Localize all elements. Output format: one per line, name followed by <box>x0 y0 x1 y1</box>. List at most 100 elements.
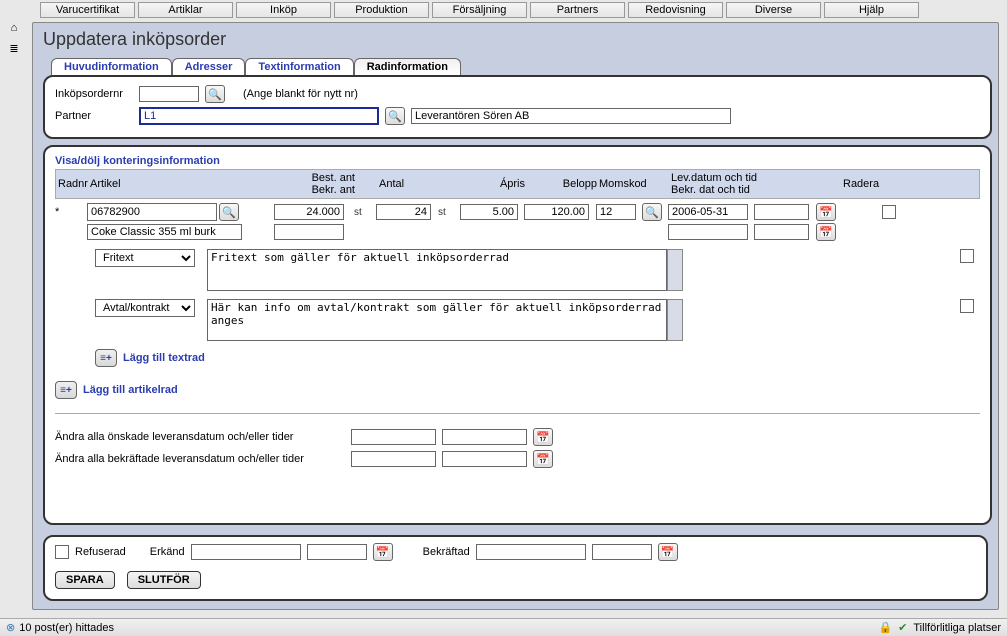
main-panel: Uppdatera inköpsorder Huvudinformation A… <box>32 22 999 610</box>
menu-artiklar[interactable]: Artiklar <box>138 2 233 18</box>
bulk-onskade-time[interactable] <box>442 429 527 445</box>
article-lookup-icon[interactable]: 🔍 <box>219 203 239 221</box>
col-apris: Ápris <box>463 178 525 190</box>
lines-panel: Visa/dölj konteringsinformation Radnr Ar… <box>43 145 992 525</box>
partner-lookup-icon[interactable]: 🔍 <box>385 107 405 125</box>
bulk-bekraftade-row: Ändra alla bekräftade leveransdatum och/… <box>55 450 980 468</box>
header-panel: Inköpsordernr 🔍 (Ange blankt för nytt nr… <box>43 75 992 139</box>
avtal-row: Avtal/kontrakt Här kan info om avtal/kon… <box>55 299 980 341</box>
menu-diverse[interactable]: Diverse <box>726 2 821 18</box>
add-artikelrad-link[interactable]: ≡+ Lägg till artikelrad <box>55 381 980 399</box>
fritext-select[interactable]: Fritext <box>95 249 195 267</box>
avtal-textarea[interactable]: Här kan info om avtal/kontrakt som gälle… <box>207 299 667 341</box>
refuserad-label: Refuserad <box>75 546 126 558</box>
menu-hjalp[interactable]: Hjälp <box>824 2 919 18</box>
avtal-check[interactable] <box>960 299 974 313</box>
bekr-time-input[interactable] <box>754 224 809 240</box>
col-best: Best. ant Bekr. ant <box>277 172 355 196</box>
bekraftad-date[interactable] <box>476 544 586 560</box>
partner-label: Partner <box>55 110 133 122</box>
calendar-icon[interactable]: 📅 <box>373 543 393 561</box>
erkand-time[interactable] <box>307 544 367 560</box>
ordernr-input[interactable] <box>139 86 199 102</box>
tab-huvudinformation[interactable]: Huvudinformation <box>51 58 172 75</box>
grid-header: Radnr Artikel Best. ant Bekr. ant Antal … <box>55 169 980 199</box>
section-title[interactable]: Visa/dölj konteringsinformation <box>55 155 980 167</box>
col-lev: Lev.datum och tid Bekr. dat och tid <box>671 172 841 196</box>
finish-button[interactable]: SLUTFÖR <box>127 571 201 589</box>
apris-input[interactable] <box>460 204 518 220</box>
fritext-check[interactable] <box>960 249 974 263</box>
col-artikel: Artikel <box>90 178 275 190</box>
scrollbar[interactable] <box>667 299 683 341</box>
fritext-textarea[interactable]: Fritext som gäller för aktuell inköpsord… <box>207 249 667 291</box>
line-row: * 🔍 st st 🔍 📅 <box>55 203 980 221</box>
footer-panel: Refuserad Erkänd 📅 Bekräftad 📅 SPARA SLU… <box>43 535 988 601</box>
statusbar: ⊗ 10 post(er) hittades 🔒 ✔ Tillförlitlig… <box>0 618 1007 636</box>
bulk-bekraftade-date[interactable] <box>351 451 436 467</box>
bekr-date-input[interactable] <box>668 224 748 240</box>
scrollbar[interactable] <box>667 249 683 291</box>
best-ant-input[interactable] <box>274 204 344 220</box>
unit-2: st <box>438 207 458 218</box>
menu-forsaljning[interactable]: Försäljning <box>432 2 527 18</box>
avtal-select[interactable]: Avtal/kontrakt <box>95 299 195 317</box>
refuserad-check[interactable] <box>55 545 69 559</box>
menu-varucertifikat[interactable]: Varucertifikat <box>40 2 135 18</box>
partner-code-input[interactable] <box>139 107 379 125</box>
bulk-onskade-date[interactable] <box>351 429 436 445</box>
momskod-input[interactable] <box>596 204 636 220</box>
list-icon[interactable]: ≣ <box>4 42 24 58</box>
add-row-icon: ≡+ <box>95 349 117 367</box>
tab-radinformation[interactable]: Radinformation <box>354 58 461 75</box>
zone-text: Tillförlitliga platser <box>913 622 1001 634</box>
calendar-icon[interactable]: 📅 <box>533 428 553 446</box>
col-antal: Antal <box>379 178 439 190</box>
add-textrad-link[interactable]: ≡+ Lägg till textrad <box>95 349 980 367</box>
menu-redovisning[interactable]: Redovisning <box>628 2 723 18</box>
calendar-icon[interactable]: 📅 <box>816 203 836 221</box>
ordernr-lookup-icon[interactable]: 🔍 <box>205 85 225 103</box>
tab-textinformation[interactable]: Textinformation <box>245 58 353 75</box>
calendar-icon[interactable]: 📅 <box>533 450 553 468</box>
check-icon: ✔ <box>898 621 907 634</box>
menu-partners[interactable]: Partners <box>530 2 625 18</box>
erkand-date[interactable] <box>191 544 301 560</box>
lev-time-input[interactable] <box>754 204 809 220</box>
bulk-onskade-row: Ändra alla önskade leveransdatum och/ell… <box>55 428 980 446</box>
menu-inkop[interactable]: Inköp <box>236 2 331 18</box>
col-belopp: Belopp <box>527 178 597 190</box>
ordernr-hint: (Ange blankt för nytt nr) <box>243 88 358 100</box>
radera-check[interactable] <box>882 205 896 219</box>
ie-icon: ⊗ <box>6 621 15 634</box>
save-button[interactable]: SPARA <box>55 571 115 589</box>
bekraftad-label: Bekräftad <box>423 546 470 558</box>
calendar-icon[interactable]: 📅 <box>658 543 678 561</box>
bekr-ant-input[interactable] <box>274 224 344 240</box>
lock-icon: 🔒 <box>878 621 892 634</box>
tab-adresser[interactable]: Adresser <box>172 58 246 75</box>
menu-produktion[interactable]: Produktion <box>334 2 429 18</box>
add-row-icon: ≡+ <box>55 381 77 399</box>
fritext-row: Fritext Fritext som gäller för aktuell i… <box>55 249 980 291</box>
lev-date-input[interactable] <box>668 204 748 220</box>
tabs: Huvudinformation Adresser Textinformatio… <box>51 58 992 75</box>
antal-display <box>376 204 431 220</box>
bulk-bekraftade-time[interactable] <box>442 451 527 467</box>
col-momskod: Momskod <box>599 178 643 190</box>
col-radera: Radera <box>843 178 883 190</box>
article-input[interactable] <box>87 203 217 221</box>
line-marker: * <box>55 206 85 218</box>
article-desc <box>87 224 242 240</box>
bekraftad-time[interactable] <box>592 544 652 560</box>
page-title: Uppdatera inköpsorder <box>43 29 992 50</box>
belopp-display <box>524 204 589 220</box>
unit-1: st <box>354 207 374 218</box>
sidebar: ⌂ ≣ <box>4 22 32 58</box>
bulk-bekraftade-label: Ändra alla bekräftade leveransdatum och/… <box>55 453 345 465</box>
home-icon[interactable]: ⌂ <box>4 22 24 38</box>
calendar-icon-2[interactable]: 📅 <box>816 223 836 241</box>
bottom-area: Refuserad Erkänd 📅 Bekräftad 📅 SPARA SLU… <box>43 535 988 601</box>
momskod-lookup-icon[interactable]: 🔍 <box>642 203 662 221</box>
top-menu: Varucertifikat Artiklar Inköp Produktion… <box>0 0 1007 20</box>
